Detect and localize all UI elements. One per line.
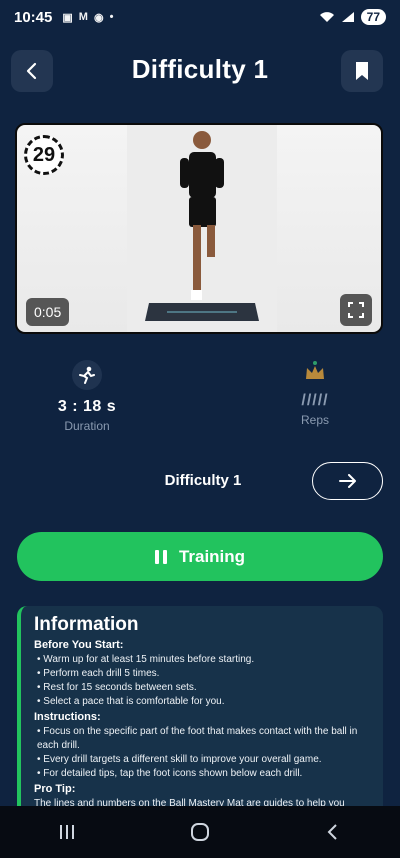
list-item: Rest for 15 seconds between sets.	[34, 681, 373, 695]
video-elapsed-time: 0:05	[26, 298, 70, 326]
before-you-start-heading: Before You Start:	[34, 639, 124, 651]
system-nav-bar	[0, 806, 400, 858]
information-card: Information Before You Start: Warm up fo…	[17, 606, 383, 836]
home-icon	[190, 823, 209, 841]
video-player[interactable]: 29 0:05	[15, 123, 383, 334]
screenshot-icon: ▣	[62, 11, 73, 24]
status-time: 10:45	[14, 8, 53, 26]
gmail-icon: M	[78, 11, 88, 23]
info-title: Information	[34, 614, 139, 635]
bookmark-button[interactable]	[341, 50, 383, 92]
next-difficulty-button[interactable]	[312, 462, 383, 500]
difficulty-label: Difficulty 1	[164, 472, 242, 489]
reps-progress-bars: /////	[301, 392, 329, 409]
battery-indicator: 77	[360, 9, 386, 25]
notification-dot-icon: •	[109, 11, 114, 23]
list-item: For detailed tips, tap the foot icons sh…	[34, 767, 373, 781]
arrow-right-icon	[338, 474, 356, 488]
notification-icons: ▣ M ◉ •	[62, 11, 113, 24]
list-item: Warm up for at least 15 minutes before s…	[34, 653, 373, 667]
status-bar: 10:45 ▣ M ◉ • 77	[0, 0, 400, 34]
duration-label: Duration	[64, 419, 110, 433]
list-item: Select a pace that is comfortable for yo…	[34, 695, 373, 709]
system-back-button[interactable]	[303, 812, 363, 852]
difficulty-row: Difficulty 1	[0, 462, 400, 502]
reps-stat: ///// Reps	[255, 360, 375, 427]
runner-icon	[72, 360, 102, 390]
recent-apps-button[interactable]	[37, 812, 97, 852]
signal-icon	[341, 12, 354, 22]
player-figure-image	[127, 125, 277, 332]
header: Difficulty 1	[0, 50, 400, 94]
page-title: Difficulty 1	[131, 54, 269, 84]
pause-icon	[154, 549, 167, 564]
list-item: Focus on the specific part of the foot t…	[34, 725, 373, 753]
crown-icon	[303, 360, 327, 384]
duration-value: 3 : 18 s	[57, 398, 117, 415]
training-button[interactable]: Training	[17, 532, 383, 581]
list-item: Every drill targets a different skill to…	[34, 753, 373, 767]
duration-stat: 3 : 18 s Duration	[27, 360, 147, 433]
bookmark-icon	[356, 62, 368, 80]
countdown-badge: 29	[24, 135, 64, 175]
stats-row: 3 : 18 s Duration ///// Reps	[0, 360, 400, 440]
training-button-label: Training	[178, 546, 246, 566]
fullscreen-button[interactable]	[340, 294, 372, 326]
home-button[interactable]	[170, 812, 230, 852]
list-item: Perform each drill 5 times.	[34, 667, 373, 681]
fullscreen-icon	[348, 302, 364, 318]
pro-tip-heading: Pro Tip:	[34, 783, 76, 795]
wechat-icon: ◉	[93, 11, 104, 24]
recent-apps-icon	[59, 825, 74, 839]
wifi-icon	[319, 12, 334, 22]
back-icon	[327, 824, 338, 840]
reps-label: Reps	[300, 413, 329, 427]
instructions-heading: Instructions:	[34, 711, 101, 723]
